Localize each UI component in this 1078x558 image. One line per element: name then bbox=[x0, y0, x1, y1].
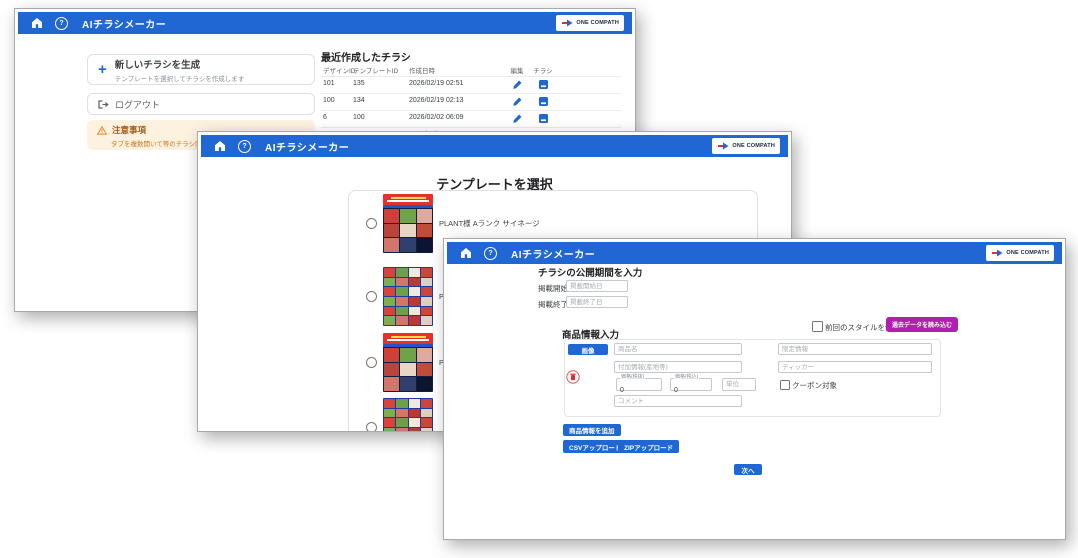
cell-created-at: 2026/02/19 02:13 bbox=[409, 97, 464, 104]
new-flyer-button[interactable]: + 新しいチラシを生成 テンプレートを選択してチラシを作成します bbox=[87, 54, 315, 85]
logo-text: ONE COMPATH bbox=[732, 143, 775, 149]
col-created-at: 作成日時 bbox=[409, 65, 435, 75]
template-radio[interactable] bbox=[366, 218, 377, 229]
window-flyer-form: ? AIチラシメーカー ONE COMPATH チラシの公開期間を入力 掲載開始… bbox=[443, 238, 1066, 540]
limited-info-input[interactable] bbox=[778, 343, 932, 355]
cell-created-at: 2026/02/19 02:51 bbox=[409, 80, 464, 87]
end-date-input[interactable] bbox=[566, 296, 628, 308]
one-compath-logo[interactable]: ONE COMPATH bbox=[712, 138, 780, 154]
unit-input[interactable] bbox=[722, 378, 756, 391]
col-edit: 編集 bbox=[505, 65, 529, 75]
logout-icon bbox=[98, 100, 109, 109]
table-row: 100 134 2026/02/19 02:13 bbox=[321, 94, 621, 111]
warning-icon bbox=[97, 126, 107, 135]
logo-arrow-icon bbox=[991, 249, 1003, 257]
app-header: ? AIチラシメーカー ONE COMPATH bbox=[18, 12, 632, 34]
cell-template-id: 100 bbox=[353, 114, 365, 121]
cell-design-id: 101 bbox=[323, 80, 335, 87]
cell-design-id: 100 bbox=[323, 97, 335, 104]
table-row: 6 100 2026/02/02 06:09 bbox=[321, 111, 621, 128]
plus-icon: + bbox=[98, 62, 107, 77]
col-design-id: デザインID bbox=[323, 65, 356, 75]
table-header-row: デザインID テンプレートID 作成日時 編集 チラシ bbox=[321, 63, 621, 77]
logo-text: ONE COMPATH bbox=[576, 20, 619, 26]
image-button[interactable]: 画像 bbox=[568, 344, 608, 355]
new-flyer-subtitle: テンプレートを選択してチラシを作成します bbox=[115, 73, 244, 83]
product-name-input[interactable] bbox=[614, 343, 742, 355]
logo-arrow-icon bbox=[561, 19, 573, 27]
logo-text: ONE COMPATH bbox=[1006, 250, 1049, 256]
flyer-doc-icon[interactable] bbox=[531, 80, 555, 89]
template-radio[interactable] bbox=[366, 357, 377, 368]
template-thumbnail[interactable] bbox=[383, 398, 433, 432]
add-product-button[interactable]: 商品情報を追加 bbox=[563, 424, 621, 436]
recent-flyers-title: 最近作成したチラシ bbox=[321, 49, 411, 64]
logout-label: ログアウト bbox=[115, 98, 160, 111]
template-radio[interactable] bbox=[366, 422, 377, 432]
template-label: PLANT様 Aランク サイネージ bbox=[439, 218, 540, 229]
flyer-doc-icon[interactable] bbox=[531, 114, 555, 123]
home-icon[interactable] bbox=[32, 18, 42, 28]
template-option bbox=[366, 398, 439, 432]
one-compath-logo[interactable]: ONE COMPATH bbox=[556, 15, 624, 31]
load-past-data-button[interactable]: 過去データを読み込む bbox=[886, 317, 958, 332]
table-row: 101 135 2026/02/19 02:51 bbox=[321, 77, 621, 94]
zip-upload-button[interactable]: ZIPアップロード bbox=[618, 440, 679, 453]
comment-input[interactable] bbox=[614, 395, 742, 407]
delete-product-icon[interactable] bbox=[566, 370, 580, 384]
app-header: ? AIチラシメーカー ONE COMPATH bbox=[447, 242, 1062, 264]
logo-arrow-icon bbox=[717, 142, 729, 150]
col-template-id: テンプレートID bbox=[353, 65, 398, 75]
help-icon[interactable]: ? bbox=[238, 140, 251, 153]
start-date-input[interactable] bbox=[566, 280, 628, 292]
logout-button[interactable]: ログアウト bbox=[87, 93, 315, 115]
new-flyer-title: 新しいチラシを生成 bbox=[115, 57, 244, 71]
price-in-tax-label: 価格(税込) bbox=[674, 375, 699, 380]
template-thumbnail[interactable] bbox=[383, 333, 433, 392]
extra-info-input[interactable] bbox=[614, 361, 742, 373]
desktop: { "header": { "title": "AIチラシメーカー", "log… bbox=[0, 0, 1078, 558]
ticker-input[interactable] bbox=[778, 361, 932, 373]
period-heading: チラシの公開期間を入力 bbox=[538, 265, 642, 279]
app-title: AIチラシメーカー bbox=[511, 246, 595, 261]
help-icon[interactable]: ? bbox=[55, 17, 68, 30]
one-compath-logo[interactable]: ONE COMPATH bbox=[986, 245, 1054, 261]
price-ex-tax-label: 価格(税抜) bbox=[620, 375, 645, 380]
flyer-doc-icon[interactable] bbox=[531, 97, 555, 106]
app-title: AIチラシメーカー bbox=[265, 139, 349, 154]
template-radio[interactable] bbox=[366, 291, 377, 302]
col-flyer: チラシ bbox=[531, 65, 555, 75]
app-header: ? AIチラシメーカー ONE COMPATH bbox=[201, 135, 788, 157]
coupon-label: クーポン対象 bbox=[792, 380, 837, 391]
template-thumbnail[interactable] bbox=[383, 194, 433, 253]
help-icon[interactable]: ? bbox=[484, 247, 497, 260]
home-icon[interactable] bbox=[215, 141, 225, 151]
cell-design-id: 6 bbox=[323, 114, 327, 121]
edit-pencil-icon[interactable] bbox=[505, 80, 529, 89]
cell-template-id: 134 bbox=[353, 97, 365, 104]
coupon-checkbox[interactable] bbox=[780, 380, 790, 390]
notice-title: 注意事項 bbox=[112, 124, 146, 136]
cell-created-at: 2026/02/02 06:09 bbox=[409, 114, 464, 121]
home-icon[interactable] bbox=[461, 248, 471, 258]
next-button[interactable]: 次へ bbox=[734, 464, 762, 475]
template-thumbnail[interactable] bbox=[383, 267, 433, 326]
edit-pencil-icon[interactable] bbox=[505, 97, 529, 106]
prev-style-checkbox[interactable] bbox=[812, 321, 823, 332]
app-title: AIチラシメーカー bbox=[82, 16, 166, 31]
edit-pencil-icon[interactable] bbox=[505, 114, 529, 123]
cell-template-id: 135 bbox=[353, 80, 365, 87]
